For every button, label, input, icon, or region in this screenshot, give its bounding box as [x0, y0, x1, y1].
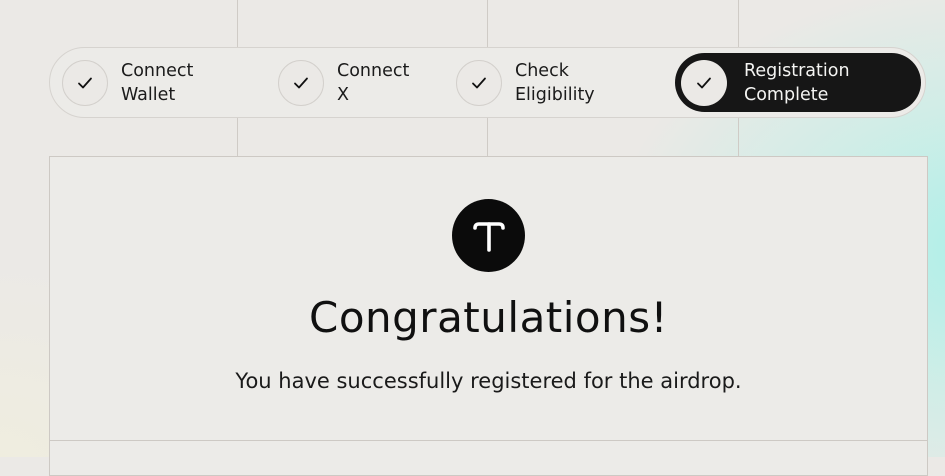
step-check-eligibility: Check Eligibility [456, 48, 625, 117]
step-label: Connect X [337, 60, 410, 105]
success-card: Congratulations! You have successfully r… [49, 156, 928, 476]
success-heading: Congratulations! [309, 293, 668, 342]
check-icon [456, 59, 502, 106]
t-logo-icon [452, 199, 525, 272]
step-registration-complete: Registration Complete [675, 53, 921, 112]
success-message: You have successfully registered for the… [235, 369, 742, 393]
registration-stepper: Connect Wallet Connect X Check Eligibili… [49, 47, 926, 118]
check-icon [681, 59, 727, 106]
divider [50, 440, 927, 441]
step-connect-x: Connect X [278, 48, 447, 117]
step-label: Check Eligibility [515, 60, 595, 105]
step-label: Connect Wallet [121, 60, 194, 105]
check-icon [278, 59, 324, 106]
step-label: Registration Complete [744, 60, 850, 105]
check-icon [62, 59, 108, 106]
step-connect-wallet: Connect Wallet [62, 48, 231, 117]
